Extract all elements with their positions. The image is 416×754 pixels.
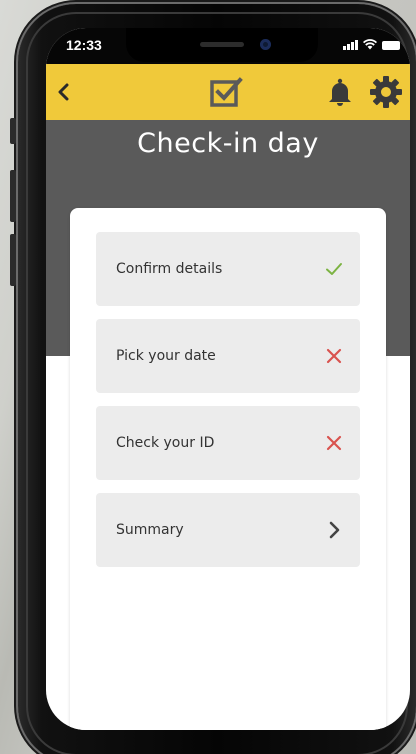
status-time: 12:33 bbox=[66, 37, 102, 53]
checklist-card: Confirm details Pick your date Check you… bbox=[70, 208, 386, 730]
gear-icon bbox=[370, 76, 402, 108]
step-check-id[interactable]: Check your ID bbox=[96, 406, 360, 480]
front-camera bbox=[260, 39, 271, 50]
app-bar bbox=[46, 64, 410, 120]
notch bbox=[126, 28, 318, 62]
signal-icon bbox=[343, 40, 358, 50]
step-label: Confirm details bbox=[116, 261, 223, 277]
page-title: Check-in day bbox=[137, 128, 319, 159]
phone-screen: 12:33 Check-in day Confirm details Pick … bbox=[46, 28, 410, 730]
tasks-button[interactable] bbox=[208, 74, 244, 110]
settings-button[interactable] bbox=[368, 74, 404, 110]
chevron-right-icon bbox=[329, 521, 340, 539]
chevron-left-icon bbox=[58, 83, 69, 101]
step-summary[interactable]: Summary bbox=[96, 493, 360, 567]
speaker bbox=[200, 42, 244, 47]
notifications-button[interactable] bbox=[324, 76, 356, 108]
mute-switch bbox=[10, 118, 16, 144]
checkbox-icon bbox=[210, 77, 243, 107]
volume-down-button bbox=[10, 234, 16, 286]
volume-up-button bbox=[10, 170, 16, 222]
cross-icon bbox=[326, 348, 342, 364]
step-label: Check your ID bbox=[116, 435, 215, 451]
checkmark-icon bbox=[326, 263, 342, 275]
step-pick-date[interactable]: Pick your date bbox=[96, 319, 360, 393]
bell-icon bbox=[329, 78, 351, 106]
status-icons bbox=[343, 39, 400, 50]
status-bar: 12:33 bbox=[46, 28, 410, 64]
back-button[interactable] bbox=[50, 78, 78, 106]
step-label: Summary bbox=[116, 522, 184, 538]
battery-icon bbox=[382, 41, 400, 50]
step-confirm-details[interactable]: Confirm details bbox=[96, 232, 360, 306]
wifi-icon bbox=[363, 39, 377, 50]
cross-icon bbox=[326, 435, 342, 451]
step-label: Pick your date bbox=[116, 348, 216, 364]
